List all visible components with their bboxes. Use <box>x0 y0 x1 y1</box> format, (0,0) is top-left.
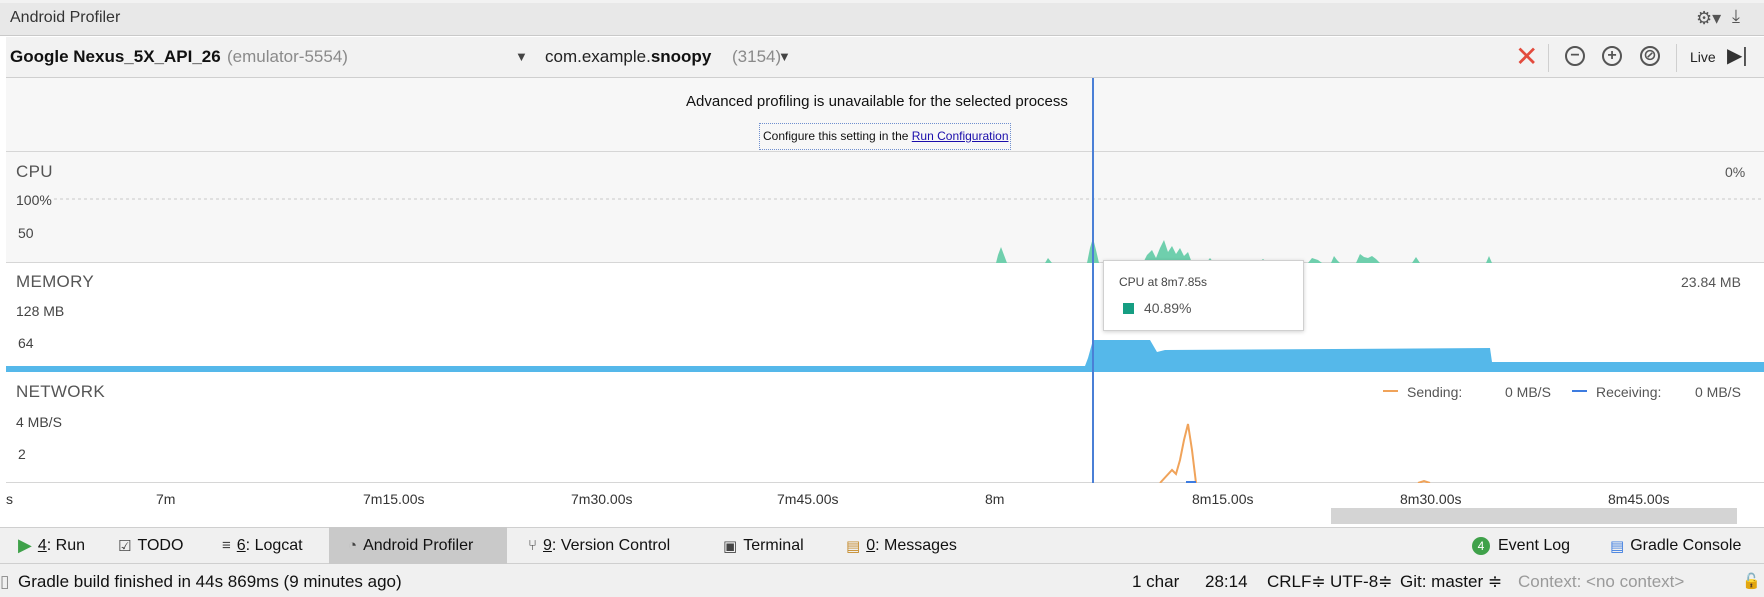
memory-axis-top: 128 MB <box>16 303 65 319</box>
tooltip-title: CPU at 8m7.85s <box>1119 275 1208 289</box>
run-icon: ▶ <box>18 535 32 555</box>
network-title: NETWORK <box>16 382 105 401</box>
time-tick-label: 8m15.00s <box>1192 491 1254 507</box>
status-selection: 1 char <box>1132 572 1180 591</box>
receiving-label: Receiving: <box>1596 384 1662 400</box>
status-caret-position[interactable]: 28:14 <box>1205 572 1248 592</box>
event-log-badge: 4 <box>1472 536 1490 555</box>
logcat-tool-num: 6 <box>236 536 246 554</box>
vcs-tool-num: 9 <box>543 536 552 554</box>
messages-tool-num: 0 <box>866 536 876 554</box>
run-tool-label: : Run <box>46 536 85 554</box>
gradle-console-tool-button[interactable]: ▤ Gradle Console <box>1610 527 1741 564</box>
tooltip-value: 40.89% <box>1144 300 1192 316</box>
messages-tool-button[interactable]: ▤ 0: Messages <box>846 527 957 564</box>
time-tick-label: 7m30.00s <box>571 491 633 507</box>
gradle-console-icon: ▤ <box>1610 537 1625 555</box>
terminal-tool-label: Terminal <box>743 536 804 554</box>
sending-value: 0 MB/S <box>1505 384 1551 400</box>
messages-icon: ▤ <box>846 537 861 555</box>
cpu-axis-top: 100% <box>16 192 52 208</box>
memory-value: 23.84 MB <box>1681 274 1741 290</box>
network-axis-mid: 2 <box>18 446 26 462</box>
time-tick-label: 7m15.00s <box>363 491 425 507</box>
status-git-branch[interactable]: Git: master ≑ <box>1400 572 1502 592</box>
network-axis-top: 4 MB/S <box>16 414 62 430</box>
todo-tool-button[interactable]: ☑ TODO <box>118 527 183 564</box>
profiler-icon: ◔ <box>348 537 358 554</box>
event-log-tool-button[interactable]: 4 Event Log <box>1472 527 1570 564</box>
run-tool-num: 4 <box>37 536 47 554</box>
receiving-value: 0 MB/S <box>1695 384 1741 400</box>
cpu-tooltip: CPU at 8m7.85s 40.89% <box>1103 260 1304 331</box>
run-tool-button[interactable]: ▶ 4: Run <box>18 527 85 564</box>
event-log-label: Event Log <box>1498 536 1571 554</box>
memory-axis-mid: 64 <box>18 335 34 351</box>
android-profiler-tool-button[interactable]: ◔ Android Profiler <box>329 527 507 564</box>
vcs-icon: ⑂ <box>528 537 538 554</box>
time-tick-label: 8m <box>985 491 1005 507</box>
todo-icon: ☑ <box>118 537 132 555</box>
cpu-title: CPU <box>16 162 53 181</box>
android-profiler-label: Android Profiler <box>363 536 474 554</box>
time-tick-label: 8m45.00s <box>1608 491 1670 507</box>
logcat-icon: ≡ <box>222 537 231 554</box>
version-control-tool-button[interactable]: ⑂ 9: Version Control <box>528 527 670 564</box>
time-tick-label: s <box>6 491 13 507</box>
vcs-tool-label: : Version Control <box>551 536 671 554</box>
todo-tool-label: TODO <box>137 536 184 554</box>
terminal-tool-button[interactable]: ▣ Terminal <box>723 527 804 564</box>
time-tick-label: 8m30.00s <box>1400 491 1462 507</box>
status-bar-toggle-icon[interactable]: ▯ <box>0 572 9 592</box>
gradle-console-label: Gradle Console <box>1630 536 1742 554</box>
memory-usage-area <box>6 340 1764 372</box>
status-encoding[interactable]: UTF-8≑ <box>1330 572 1392 592</box>
time-tick-label: 7m45.00s <box>777 491 839 507</box>
network-sending-line <box>1159 423 1197 484</box>
cpu-axis-mid: 50 <box>18 225 34 241</box>
lock-icon[interactable]: 🔓 <box>1742 572 1761 590</box>
status-message[interactable]: Gradle build finished in 44s 869ms (9 mi… <box>18 572 402 592</box>
status-line-separator[interactable]: CRLF≑ <box>1267 572 1326 592</box>
cpu-value: 0% <box>1725 164 1746 180</box>
memory-title: MEMORY <box>16 272 94 291</box>
sending-label: Sending: <box>1407 384 1463 400</box>
logcat-tool-button[interactable]: ≡ 6: Logcat <box>222 527 303 564</box>
terminal-icon: ▣ <box>723 537 738 555</box>
messages-tool-label: : Messages <box>875 536 957 554</box>
logcat-tool-label: : Logcat <box>245 536 303 554</box>
timeline-scrollbar[interactable] <box>1331 508 1737 524</box>
tooltip-swatch <box>1123 303 1134 314</box>
time-tick-label: 7m <box>156 491 176 507</box>
status-context[interactable]: Context: <no context> <box>1518 572 1684 592</box>
